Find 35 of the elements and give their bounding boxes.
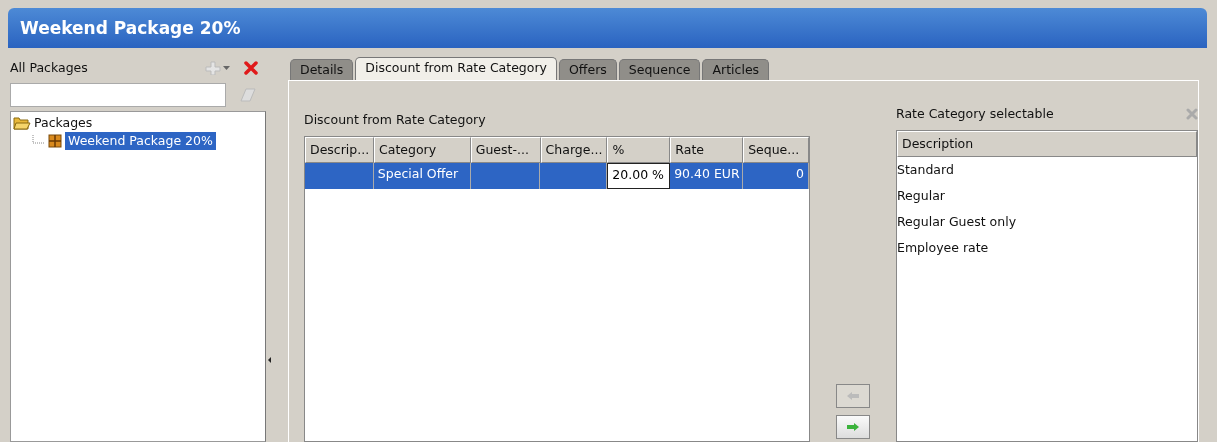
panel-title: All Packages <box>10 58 89 77</box>
tree-item[interactable]: Packages <box>34 114 93 132</box>
tab[interactable]: Discount from Rate Category <box>355 57 557 80</box>
tab[interactable]: Details <box>290 59 354 80</box>
right-arrow-icon <box>845 421 861 432</box>
delete-icon[interactable] <box>244 61 259 75</box>
left-arrow-icon <box>845 391 861 402</box>
list-item[interactable]: Employee rate <box>897 234 1197 261</box>
search-field[interactable] <box>10 83 226 107</box>
column-header[interactable]: Charge... <box>540 137 608 164</box>
tree-line <box>31 135 45 147</box>
window-title: Weekend Package 20% <box>8 8 1207 48</box>
column-header[interactable]: Guest-... <box>470 137 541 164</box>
column-header[interactable]: Rate <box>670 137 744 164</box>
column-header[interactable]: Descrip... <box>305 137 374 164</box>
section-title: Discount from Rate Category <box>304 111 486 129</box>
table-cell: Special Offer <box>373 163 471 190</box>
move-right-button[interactable] <box>836 414 870 439</box>
tab[interactable]: Sequence <box>618 59 701 80</box>
column-header[interactable]: % <box>607 137 671 164</box>
tree-item[interactable]: Weekend Package 20% <box>65 132 216 150</box>
list-item[interactable]: Standard <box>897 156 1197 183</box>
package-icon <box>48 134 62 148</box>
column-header[interactable]: Seque... <box>743 137 809 164</box>
list-item[interactable]: Regular Guest only <box>897 208 1197 235</box>
tab[interactable]: Offers <box>559 59 617 80</box>
add-icon[interactable] <box>205 61 232 75</box>
table-cell: 90.40 EUR <box>670 163 744 190</box>
section-title: Rate Category selectable <box>896 104 1055 123</box>
column-header[interactable]: Category <box>374 137 471 164</box>
column-header[interactable]: Description <box>897 130 1197 157</box>
table-cell: 0 <box>743 163 809 190</box>
list-item[interactable]: Regular <box>897 182 1197 209</box>
tab[interactable]: Articles <box>702 59 770 80</box>
cell-editor[interactable]: 20.00 % <box>607 163 671 190</box>
